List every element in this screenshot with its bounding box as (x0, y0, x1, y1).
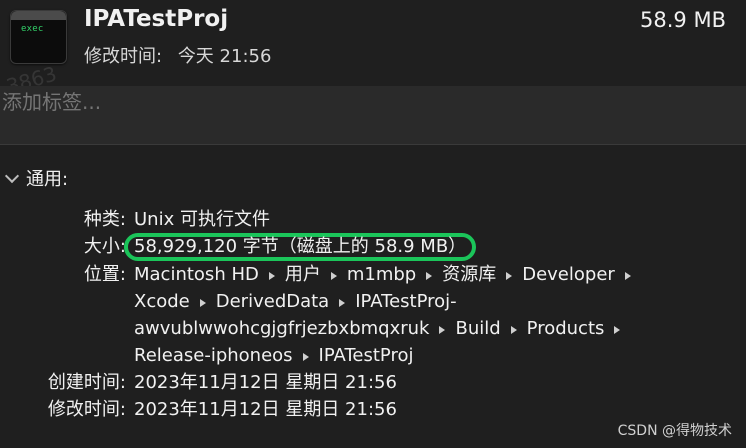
path-separator-icon (339, 298, 346, 307)
created-label: 创建时间: (47, 372, 126, 393)
kind-label: 种类: (83, 209, 126, 230)
path-part: Macintosh HD (134, 264, 259, 285)
where-line-3: awvublwwohcgjgfrjezbxbmqxruk Build Produ… (134, 315, 732, 342)
path-part: IPATestProj- (355, 291, 457, 312)
size-value-container: 58,929,120 字节（磁盘上的 58.9 MB） (124, 233, 732, 261)
path-separator-icon (624, 271, 631, 280)
path-separator-icon (302, 352, 309, 361)
section-divider (0, 144, 746, 145)
path-separator-icon (614, 325, 621, 334)
path-part: Developer (522, 264, 615, 285)
exec-icon-titlebar (11, 11, 66, 20)
path-part: Products (526, 318, 605, 339)
general-section-toggle[interactable]: 通用: (6, 166, 68, 190)
path-separator-icon (426, 271, 433, 280)
general-section-title: 通用: (26, 169, 69, 190)
path-separator-icon (439, 325, 446, 334)
path-part: awvublwwohcgjgfrjezbxbmqxruk (134, 318, 430, 339)
path-part: Release-iphoneos (134, 345, 293, 366)
row-created: 创建时间: 2023年11月12日 星期日 21:56 (22, 369, 732, 396)
credit-text: CSDN @得物技术 (617, 423, 732, 439)
where-line-4: Release-iphoneos IPATestProj (134, 342, 732, 369)
path-part: m1mbp (346, 264, 417, 285)
path-separator-icon (506, 271, 513, 280)
tags-input[interactable] (2, 90, 242, 114)
file-size: 58.9 MB (640, 8, 726, 32)
info-header: exec IPATestProj 58.9 MB 修改时间: 今天 21:56 (0, 0, 746, 86)
size-highlight-ring: 58,929,120 字节（磁盘上的 58.9 MB） (124, 233, 477, 261)
created-value: 2023年11月12日 星期日 21:56 (134, 372, 397, 393)
row-kind: 种类: Unix 可执行文件 (22, 206, 732, 233)
row-size: 大小: 58,929,120 字节（磁盘上的 58.9 MB） (22, 233, 732, 261)
where-value: Macintosh HD 用户 m1mbp 资源库 Developer Xcod… (134, 261, 732, 369)
path-part: DerivedData (215, 291, 330, 312)
tags-area[interactable] (0, 86, 746, 144)
size-label: 大小: (83, 236, 126, 257)
where-line-2: Xcode DerivedData IPATestProj- (134, 288, 732, 315)
modified-summary-label: 修改时间: (84, 46, 163, 67)
modified-summary-value: 今天 21:56 (177, 46, 272, 67)
row-where: 位置: Macintosh HD 用户 m1mbp 资源库 Developer … (22, 261, 732, 369)
row-modified: 修改时间: 2023年11月12日 星期日 21:56 (22, 396, 732, 423)
path-separator-icon (199, 298, 206, 307)
chevron-down-icon[interactable] (6, 171, 16, 181)
general-info-table: 种类: Unix 可执行文件 大小: 58,929,120 字节（磁盘上的 58… (22, 206, 732, 423)
file-name: IPATestProj (84, 6, 229, 32)
exec-file-icon: exec (10, 10, 67, 64)
path-part: Xcode (134, 291, 190, 312)
path-separator-icon (330, 271, 337, 280)
kind-value: Unix 可执行文件 (134, 209, 270, 230)
finder-get-info-window: exec IPATestProj 58.9 MB 修改时间: 今天 21:56 … (0, 0, 746, 448)
path-part: Build (455, 318, 501, 339)
where-line-1: Macintosh HD 用户 m1mbp 资源库 Developer (134, 261, 732, 288)
path-part: IPATestProj (318, 345, 414, 366)
path-part: 用户 (284, 264, 321, 285)
exec-icon-label: exec (21, 24, 44, 34)
size-value: 58,929,120 字节（磁盘上的 58.9 MB） (134, 236, 467, 257)
modified-value: 2023年11月12日 星期日 21:56 (134, 399, 397, 420)
modified-label: 修改时间: (47, 399, 126, 420)
where-label: 位置: (83, 264, 126, 285)
path-separator-icon (268, 271, 275, 280)
path-separator-icon (510, 325, 517, 334)
path-part: 资源库 (442, 264, 497, 285)
modified-summary: 修改时间: 今天 21:56 (84, 42, 271, 68)
